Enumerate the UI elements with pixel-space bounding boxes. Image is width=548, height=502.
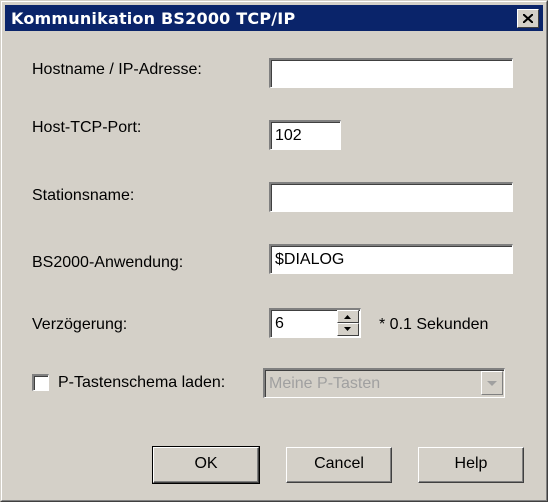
spin-up-button[interactable] [337,310,359,323]
application-input[interactable]: $DIALOG [269,244,513,274]
hostname-label: Hostname / IP-Adresse: [32,61,202,78]
port-input[interactable]: 102 [269,120,341,150]
application-label: BS2000-Anwendung: [32,254,184,271]
station-input[interactable] [269,182,513,212]
help-button[interactable]: Help [418,447,524,483]
pkeys-dropdown-button[interactable] [481,371,503,395]
station-label: Stationsname: [32,187,135,204]
delay-spinner [337,310,359,336]
delay-unit-label: * 0.1 Sekunden [379,316,489,333]
close-button[interactable] [517,9,539,28]
pkeys-checkbox[interactable] [32,374,49,391]
pkeys-select[interactable]: Meine P-Tasten [263,368,505,398]
hostname-input[interactable] [269,58,513,88]
delay-label: Verzögerung: [32,316,128,333]
pkeys-label: P-Tastenschema laden: [58,374,226,391]
ok-button[interactable]: OK [152,446,260,484]
dialog-window: Kommunikation BS2000 TCP/IP Hostname / I… [0,0,548,502]
port-label: Host-TCP-Port: [32,119,142,136]
chevron-down-icon [487,381,497,386]
cancel-button[interactable]: Cancel [286,447,392,483]
close-x-icon [523,14,533,23]
spin-down-button[interactable] [337,323,359,336]
arrow-up-icon [344,315,351,319]
title-bar[interactable]: Kommunikation BS2000 TCP/IP [5,5,543,31]
window-title: Kommunikation BS2000 TCP/IP [11,9,296,28]
arrow-down-icon [344,327,351,331]
